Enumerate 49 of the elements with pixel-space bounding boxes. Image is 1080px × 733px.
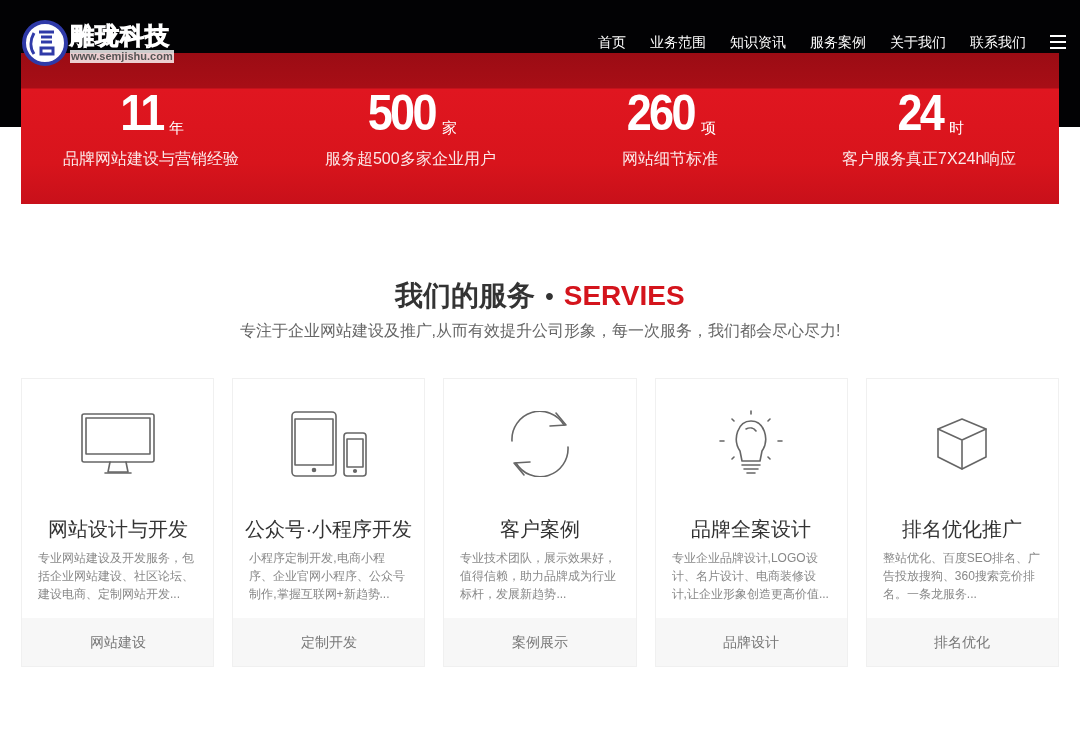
stat-label: 客户服务真正7X24h响应: [842, 149, 1017, 169]
service-card[interactable]: 网站设计与开发 专业网站建设及开发服务，包括企业网站建设、社区论坛、建设电商、定制网站开发... 网站建设: [21, 378, 215, 667]
stat-unit: 项: [701, 118, 717, 138]
logo-icon: [22, 20, 68, 66]
card-description: 整站优化、百度SEO排名、广告投放搜狗、360搜索竞价排名。一条龙服务...: [881, 550, 1042, 603]
card-footer[interactable]: 定制开发: [233, 618, 425, 666]
card-title: 品牌全案设计: [690, 517, 813, 542]
stat-number: 500: [367, 88, 435, 138]
nav-link[interactable]: 服务案例: [810, 32, 866, 52]
card-title: 客户案例: [499, 517, 581, 542]
service-card[interactable]: 排名优化推广 整站优化、百度SEO排名、广告投放搜狗、360搜索竞价排名。一条龙服务... 排名优化: [865, 378, 1059, 667]
card-footer[interactable]: 案例展示: [444, 618, 636, 666]
section-subtitle: 专注于企业网站建设及推广,从而有效提升公司形象，每一次服务，我们都会尽心尽力!: [239, 321, 841, 341]
cube-icon: [937, 418, 988, 470]
stat-unit: 家: [441, 118, 457, 138]
nav-link[interactable]: 关于我们: [890, 32, 946, 52]
menu-icon[interactable]: [1050, 35, 1066, 49]
card-footer[interactable]: 网站建设: [22, 618, 214, 666]
card-description: 专业网站建设及开发服务，包括企业网站建设、社区论坛、建设电商、定制网站开发...: [37, 550, 195, 603]
section-title-english: SERVIES: [563, 279, 685, 313]
nav-link[interactable]: 知识资讯: [730, 32, 786, 52]
nav-link[interactable]: 业务范围: [650, 32, 706, 52]
stat-unit: 时: [948, 118, 964, 138]
stat-number: 24: [897, 88, 943, 138]
card-description: 小程序定制开发,电商小程序、企业官网小程序、公众号制作,掌握互联网+新趋势...: [248, 550, 407, 603]
service-card[interactable]: 品牌全案设计 专业企业品牌设计,LOGO设计、名片设计、电商装修设计,让企业形象创造更高价值... 品牌设计: [654, 378, 848, 667]
nav-link[interactable]: 联系我们: [970, 32, 1026, 52]
stat-number: 260: [626, 88, 694, 138]
stat-label: 网站细节标准: [621, 149, 718, 169]
stat-number: 11: [120, 88, 163, 138]
service-card[interactable]: 客户案例 专业技术团队，展示效果好，值得信赖，助力品牌成为行业标杆，发展新趋势... 案例展示: [443, 378, 637, 667]
tablet-and-phone-icon: [290, 411, 367, 477]
card-title: 公众号·小程序开发: [244, 517, 414, 542]
logo-name: 雕珑科技: [70, 22, 171, 50]
logo-url: www.semjishu.com: [70, 50, 174, 63]
card-title: 网站设计与开发: [46, 517, 189, 542]
section-title: 我们的服务: [395, 279, 536, 313]
stat-unit: 年: [168, 118, 184, 138]
service-card[interactable]: 公众号·小程序开发 小程序定制开发,电商小程序、企业官网小程序、公众号制作,掌握互联网+新趋势... 定制开发: [232, 378, 426, 667]
card-description: 专业企业品牌设计,LOGO设计、名片设计、电商装修设计,让企业形象创造更高价值...: [670, 550, 830, 603]
nav-link[interactable]: 首页: [598, 32, 626, 52]
monitor-icon: [80, 413, 155, 475]
stat-label: 品牌网站建设与营销经验: [62, 149, 239, 169]
card-title: 排名优化推广: [901, 517, 1024, 542]
card-description: 专业技术团队，展示效果好，值得信赖，助力品牌成为行业标杆，发展新趋势...: [459, 550, 618, 603]
title-separator: •: [545, 281, 554, 311]
card-footer[interactable]: 排名优化: [866, 618, 1058, 666]
card-footer[interactable]: 品牌设计: [655, 618, 847, 666]
stat-label: 服务超500多家企业用户: [324, 149, 496, 169]
